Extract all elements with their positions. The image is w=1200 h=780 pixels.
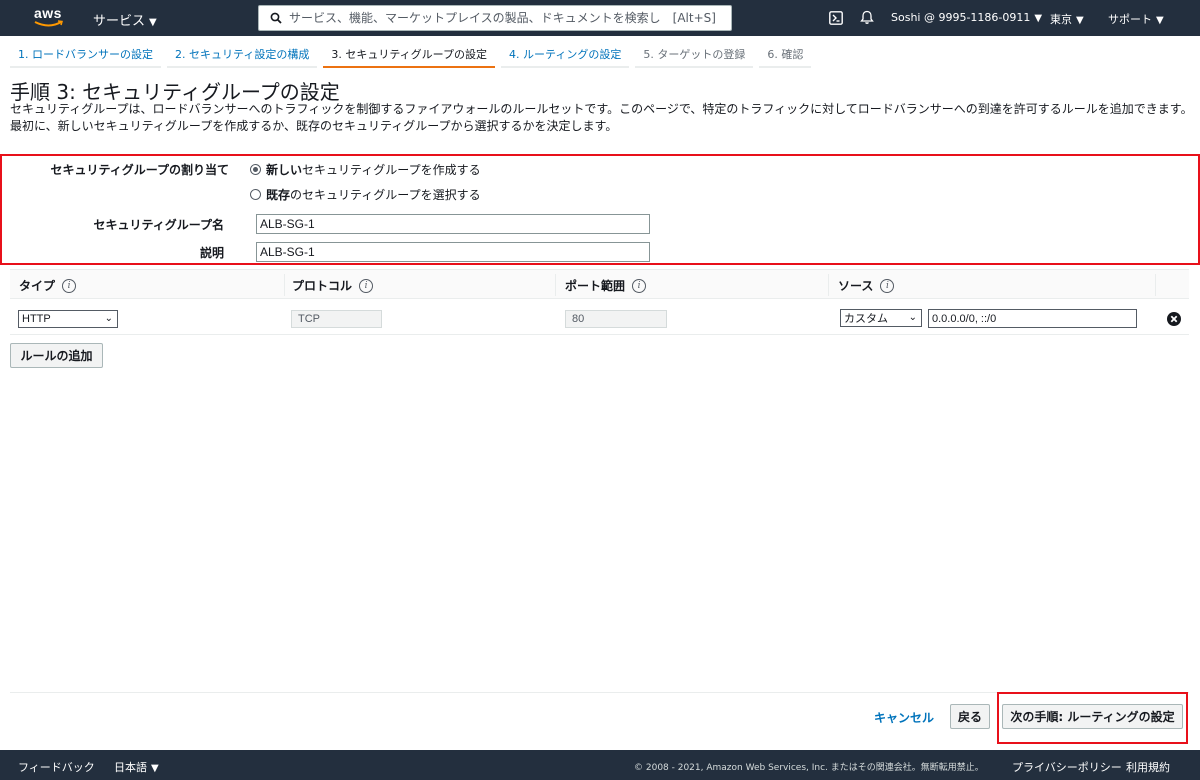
chevron-down-icon: ▼ bbox=[149, 17, 157, 28]
radio-selected-icon[interactable] bbox=[250, 164, 261, 175]
source-cidr-input[interactable]: 0.0.0.0/0, ::/0 bbox=[928, 309, 1137, 328]
group-name-input[interactable] bbox=[256, 214, 650, 234]
info-icon[interactable]: i bbox=[632, 278, 647, 293]
step-review: 6. 確認 bbox=[759, 40, 812, 68]
chevron-down-icon: ▼ bbox=[151, 763, 159, 774]
step-load-balancer[interactable]: 1. ロードバランサーの設定 bbox=[10, 40, 161, 68]
aws-logo[interactable]: aws bbox=[34, 4, 64, 30]
column-divider bbox=[828, 274, 829, 296]
type-select-value: HTTP bbox=[22, 313, 51, 325]
remove-rule-icon[interactable] bbox=[1167, 312, 1181, 326]
services-menu[interactable]: サービス ▼ bbox=[93, 10, 157, 29]
radio-create-new-group[interactable]: 新しい セキュリティグループを作成する bbox=[250, 161, 481, 178]
column-divider bbox=[555, 274, 556, 296]
info-icon[interactable]: i bbox=[359, 278, 374, 293]
column-divider bbox=[1155, 274, 1156, 296]
info-icon[interactable]: i bbox=[62, 278, 77, 293]
language-label: 日本語 bbox=[114, 761, 147, 774]
assignment-label: セキュリティグループの割り当て bbox=[50, 163, 229, 177]
column-divider bbox=[284, 274, 285, 296]
description-label: 説明 bbox=[199, 246, 224, 260]
chevron-down-icon: ⌄ bbox=[908, 312, 917, 323]
privacy-policy-link[interactable]: プライバシーポリシー bbox=[1012, 759, 1122, 775]
rules-table-header: タイプ i プロトコル i ポート範囲 i ソース i bbox=[10, 269, 1189, 299]
support-label: サポート bbox=[1108, 13, 1152, 26]
type-select[interactable]: HTTP ⌄ bbox=[18, 310, 118, 328]
step-security-settings[interactable]: 2. セキュリティ設定の構成 bbox=[167, 40, 318, 68]
step-security-groups[interactable]: 3. セキュリティグループの設定 bbox=[323, 40, 496, 68]
chevron-down-icon: ▼ bbox=[1156, 15, 1164, 26]
global-search[interactable] bbox=[258, 5, 732, 31]
services-label: サービス bbox=[93, 14, 146, 29]
radio-select-existing-group[interactable]: 既存 のセキュリティグループを選択する bbox=[250, 186, 481, 203]
region-label: 東京 bbox=[1050, 13, 1072, 26]
add-rule-button[interactable]: ルールの追加 bbox=[10, 343, 103, 368]
radio-unselected-icon[interactable] bbox=[250, 189, 261, 200]
radio-new-bold-text: 新しい bbox=[266, 163, 303, 177]
terms-link[interactable]: 利用規約 bbox=[1126, 759, 1170, 775]
port-range-field: 80 bbox=[565, 310, 667, 328]
chevron-down-icon: ▼ bbox=[1076, 15, 1084, 26]
info-icon[interactable]: i bbox=[880, 278, 895, 293]
back-button[interactable]: 戻る bbox=[950, 704, 990, 729]
wizard-steps: 1. ロードバランサーの設定 2. セキュリティ設定の構成 3. セキュリティグ… bbox=[10, 40, 817, 68]
page-description: セキュリティグループは、ロードバランサーへのトラフィックを制御するファイアウォー… bbox=[10, 102, 1193, 133]
support-menu[interactable]: サポート ▼ bbox=[1108, 11, 1164, 27]
search-input[interactable] bbox=[289, 9, 725, 27]
radio-new-text: セキュリティグループを作成する bbox=[302, 163, 481, 177]
search-icon bbox=[270, 12, 282, 24]
table-row: HTTP ⌄ TCP 80 カスタム ⌄ 0.0.0.0/0, ::/0 bbox=[10, 304, 1189, 335]
column-type-label: タイプ bbox=[19, 279, 56, 293]
column-protocol-label: プロトコル bbox=[292, 279, 353, 293]
radio-existing-bold-text: 既存 bbox=[266, 188, 291, 202]
source-mode-value: カスタム bbox=[844, 313, 888, 325]
chevron-down-icon: ⌄ bbox=[104, 313, 113, 324]
notifications-bell-icon[interactable] bbox=[860, 10, 874, 25]
column-port-range-label: ポート範囲 bbox=[565, 279, 626, 293]
protocol-field: TCP bbox=[291, 310, 382, 328]
radio-existing-text: のセキュリティグループを選択する bbox=[290, 188, 481, 202]
top-navigation-bar: aws サービス▼ Soshi @ 9995-1186-0911▼ 東京▼ サポ… bbox=[0, 0, 1200, 36]
copyright-text: © 2008 - 2021, Amazon Web Services, Inc.… bbox=[634, 763, 984, 773]
cloudshell-icon[interactable] bbox=[829, 11, 843, 25]
aws-logo-text: aws bbox=[34, 5, 62, 21]
column-source-label: ソース bbox=[838, 279, 874, 293]
page-footer: フィードバック 日本語 ▼ © 2008 - 2021, Amazon Web S… bbox=[0, 750, 1200, 780]
next-step-button[interactable]: 次の手順: ルーティングの設定 bbox=[1002, 704, 1183, 729]
description-input[interactable] bbox=[256, 242, 650, 262]
chevron-down-icon: ▼ bbox=[1034, 13, 1043, 24]
source-mode-select[interactable]: カスタム ⌄ bbox=[840, 309, 922, 327]
step-routing[interactable]: 4. ルーティングの設定 bbox=[501, 40, 630, 68]
feedback-link[interactable]: フィードバック bbox=[18, 759, 95, 775]
column-header-port-range: ポート範囲 i bbox=[565, 277, 647, 294]
account-menu[interactable]: Soshi @ 9995-1186-0911 ▼ bbox=[891, 11, 1042, 24]
account-label: Soshi @ 9995-1186-0911 bbox=[891, 11, 1031, 24]
cancel-link[interactable]: キャンセル bbox=[874, 709, 934, 726]
column-header-type: タイプ i bbox=[19, 277, 77, 294]
step-register-targets: 5. ターゲットの登録 bbox=[635, 40, 754, 68]
column-header-source: ソース i bbox=[838, 277, 895, 294]
aws-smile-icon bbox=[34, 20, 63, 27]
region-menu[interactable]: 東京 ▼ bbox=[1050, 11, 1084, 27]
group-name-label: セキュリティグループ名 bbox=[93, 218, 224, 232]
column-header-protocol: プロトコル i bbox=[292, 277, 374, 294]
language-selector[interactable]: 日本語 ▼ bbox=[114, 759, 159, 775]
